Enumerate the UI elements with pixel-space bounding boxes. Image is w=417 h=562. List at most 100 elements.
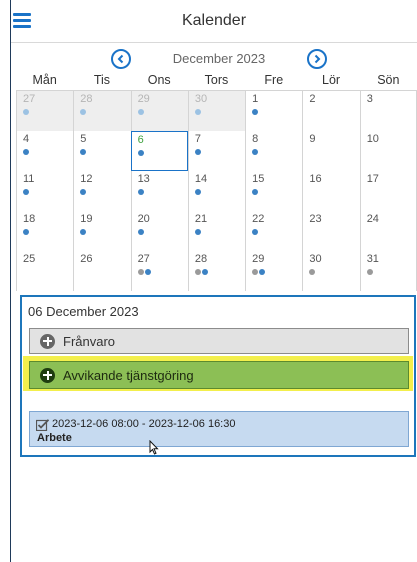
calendar-day[interactable]: 28 <box>73 91 131 131</box>
event-indicators <box>137 229 144 235</box>
calendar-day[interactable]: 7 <box>187 131 246 171</box>
calendar-day[interactable]: 4 <box>16 131 74 171</box>
calendar-day[interactable]: 16 <box>302 171 360 211</box>
event-dot-icon <box>137 109 144 115</box>
day-number: 11 <box>23 173 35 185</box>
entry-time-range: 2023-12-06 08:00 - 2023-12-06 16:30 <box>52 418 236 430</box>
event-indicators <box>23 149 29 155</box>
day-number: 29 <box>137 93 150 105</box>
chevron-left-circle-icon[interactable] <box>111 49 131 69</box>
day-number: 8 <box>252 133 259 145</box>
calendar-day[interactable]: 31 <box>359 251 417 291</box>
day-number: 27 <box>23 93 36 105</box>
calendar-day[interactable]: 15 <box>245 171 303 211</box>
franvaro-label: Frånvaro <box>63 333 116 349</box>
event-indicators <box>252 149 259 155</box>
weekday-label: Tors <box>204 73 229 87</box>
app-header: Kalender <box>11 0 417 43</box>
month-label: December 2023 <box>172 51 266 66</box>
day-number: 18 <box>23 213 36 225</box>
weekday-label: Mån <box>32 73 57 87</box>
event-dot-icon <box>366 269 373 275</box>
plus-circle-icon <box>40 333 55 349</box>
event-indicators <box>137 189 144 195</box>
day-number: 5 <box>80 133 87 145</box>
calendar-day[interactable]: 14 <box>187 171 246 211</box>
day-number: 10 <box>366 133 379 145</box>
schedule-entry[interactable]: 2023-12-06 08:00 - 2023-12-06 16:30 Arbe… <box>29 411 409 447</box>
event-dot-icon <box>137 229 144 235</box>
calendar-day[interactable]: 11 <box>16 171 74 211</box>
calendar-day[interactable]: 3 <box>359 91 417 131</box>
plus-circle-icon <box>40 367 55 383</box>
event-indicators <box>194 229 201 235</box>
day-number: 29 <box>252 253 265 265</box>
mouse-pointer-icon <box>149 439 160 460</box>
franvaro-button[interactable]: Frånvaro <box>29 328 409 354</box>
event-indicators <box>194 269 208 275</box>
calendar-day[interactable]: 19 <box>73 211 131 251</box>
event-dot-icon <box>252 109 259 115</box>
day-number: 26 <box>80 253 93 265</box>
event-indicators <box>23 109 29 115</box>
calendar-day[interactable]: 30 <box>302 251 360 291</box>
event-dot-icon <box>194 189 201 195</box>
weekday-label: Sön <box>377 73 400 87</box>
calendar-day[interactable]: 27 <box>130 251 188 291</box>
calendar-day[interactable]: 29 <box>130 91 188 131</box>
calendar-day[interactable]: 8 <box>245 131 303 171</box>
event-dot-icon <box>252 229 259 235</box>
calendar-day[interactable]: 18 <box>16 211 74 251</box>
calendar-day[interactable]: 23 <box>302 211 360 251</box>
day-number: 25 <box>23 253 36 265</box>
event-indicators <box>137 150 144 156</box>
calendar-grid: 27 28 29 30 1 2 3 4 5 6 7 8 9 10 11 12 13 14 15 16 17 18 19 20 2… <box>16 90 417 291</box>
event-indicators <box>80 149 87 155</box>
calendar-day[interactable]: 21 <box>187 211 246 251</box>
day-number: 1 <box>252 93 259 105</box>
event-dot-icon <box>23 189 29 195</box>
calendar-day[interactable]: 20 <box>130 211 188 251</box>
calendar-day[interactable]: 25 <box>16 251 74 291</box>
calendar-day[interactable]: 27 <box>16 91 74 131</box>
day-number: 12 <box>80 173 93 185</box>
calendar-day[interactable]: 12 <box>73 171 131 211</box>
event-indicators <box>137 269 151 275</box>
calendar-day-selected[interactable]: 6 <box>130 131 188 171</box>
event-indicators <box>252 109 259 115</box>
calendar-day[interactable]: 29 <box>245 251 303 291</box>
calendar-day[interactable]: 22 <box>245 211 303 251</box>
event-indicators <box>252 189 259 195</box>
weekday-label: Fre <box>264 73 284 87</box>
calendar-day[interactable]: 9 <box>302 131 360 171</box>
day-number: 22 <box>252 213 265 225</box>
month-navigation: December 2023 <box>11 47 417 71</box>
day-number: 14 <box>194 173 208 185</box>
chevron-right-circle-icon[interactable] <box>307 49 327 69</box>
calendar-day[interactable]: 13 <box>130 171 188 211</box>
day-number: 30 <box>309 253 322 265</box>
calendar-day[interactable]: 30 <box>187 91 246 131</box>
day-number: 3 <box>366 93 373 105</box>
day-number: 24 <box>366 213 379 225</box>
event-dot-icon <box>23 229 29 235</box>
weekday-label: Lör <box>322 73 341 87</box>
calendar-day[interactable]: 10 <box>359 131 417 171</box>
event-dot-icon <box>194 109 201 115</box>
event-indicators <box>309 269 316 275</box>
calendar-day[interactable]: 5 <box>73 131 131 171</box>
event-dot-icon <box>259 269 266 275</box>
calendar-day[interactable]: 17 <box>359 171 417 211</box>
day-number: 28 <box>80 93 93 105</box>
calendar-day[interactable]: 24 <box>359 211 417 251</box>
event-dot-icon <box>252 189 259 195</box>
avvikande-tjanstgoring-button[interactable]: Avvikande tjänstgöring <box>29 361 409 389</box>
calendar-day[interactable]: 28 <box>187 251 246 291</box>
event-dot-icon <box>201 269 208 275</box>
calendar-day[interactable]: 26 <box>73 251 131 291</box>
event-indicators <box>23 229 29 235</box>
day-number: 30 <box>194 93 208 105</box>
calendar-day[interactable]: 1 <box>245 91 303 131</box>
selected-date-label: 06 December 2023 <box>28 304 139 319</box>
calendar-day[interactable]: 2 <box>302 91 360 131</box>
